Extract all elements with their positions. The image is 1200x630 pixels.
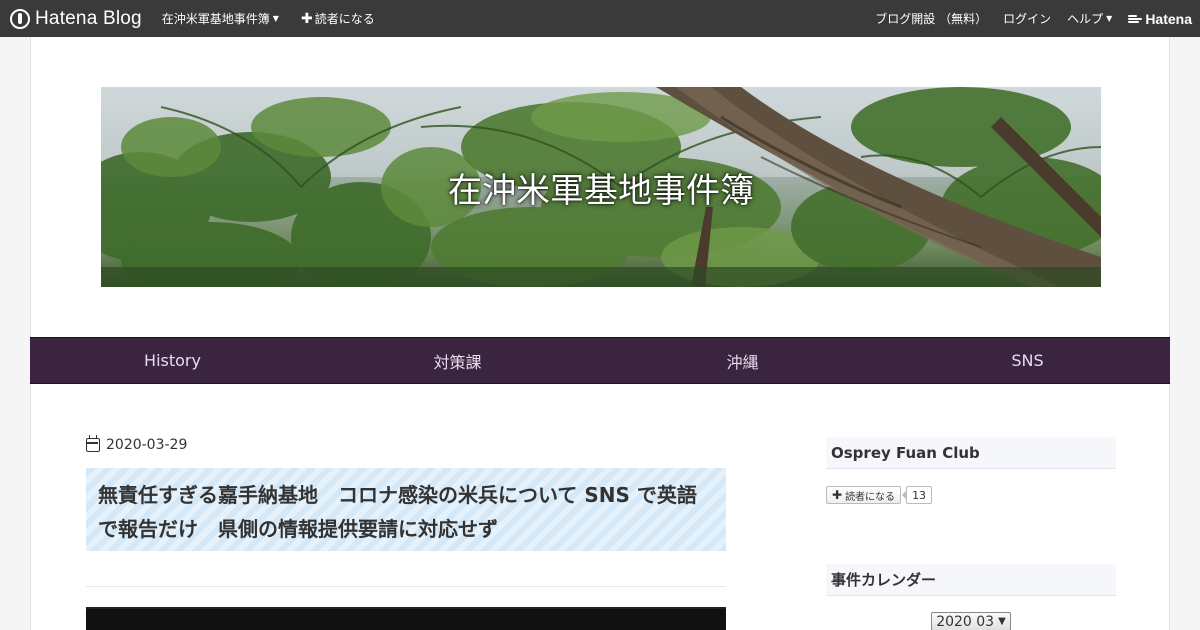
topbar-right-menu: ブログ開設 （無料） ログイン ヘルプ ▼ Hatena bbox=[859, 0, 1192, 37]
entry-title[interactable]: 無責任すぎる嘉手納基地 コロナ感染の米兵について SNS で英語で報告だけ 県側… bbox=[86, 468, 726, 551]
blog-container: 在沖米軍基地事件簿 History 対策課 沖縄 SNS 2020-03-29 … bbox=[30, 37, 1170, 630]
hatena-logo-text: Hatena bbox=[1145, 10, 1192, 27]
calendar-module: 事件カレンダー 2020 03 ▼ bbox=[826, 564, 1116, 630]
calendar-month-select[interactable]: 2020 03 ▼ bbox=[931, 612, 1011, 630]
hatena-logo-icon bbox=[1128, 14, 1143, 24]
login-link[interactable]: ログイン bbox=[1003, 10, 1051, 27]
hatena-blog-logo-icon bbox=[10, 8, 30, 29]
dropdown-arrow-icon: ▼ bbox=[998, 616, 1006, 627]
plus-icon: ✚ bbox=[832, 488, 843, 502]
entry-article: 2020-03-29 無責任すぎる嘉手納基地 コロナ感染の米兵について SNS … bbox=[86, 435, 726, 630]
help-dropdown[interactable]: ヘルプ ▼ bbox=[1067, 10, 1112, 27]
subscriber-count[interactable]: 13 bbox=[902, 486, 933, 504]
nav-item-history[interactable]: History bbox=[30, 338, 315, 383]
caret-down-icon: ▼ bbox=[272, 14, 279, 23]
nav-item-okinawa[interactable]: 沖縄 bbox=[600, 338, 885, 383]
help-label: ヘルプ bbox=[1067, 12, 1104, 26]
hatena-global-header: Hatena Blog 在沖米軍基地事件簿 ▼ ✚ 読者になる ブログ開設 （無… bbox=[0, 0, 1200, 37]
header-image[interactable]: 在沖米軍基地事件簿 bbox=[101, 87, 1101, 287]
hatena-blog-logo[interactable]: Hatena Blog bbox=[10, 0, 142, 37]
subscribe-widget: ✚ 読者になる 13 bbox=[826, 486, 1116, 504]
hatena-logo[interactable]: Hatena bbox=[1128, 11, 1192, 27]
blog-menu-dropdown[interactable]: 在沖米軍基地事件簿 ▼ bbox=[162, 10, 279, 27]
sidebar-subscribe-button[interactable]: ✚ 読者になる bbox=[826, 486, 902, 504]
entry-date[interactable]: 2020-03-29 bbox=[86, 435, 726, 453]
open-blog-link[interactable]: ブログ開設 （無料） bbox=[875, 10, 987, 27]
calendar-month-value: 2020 03 bbox=[936, 613, 995, 630]
sidebar: Osprey Fuan Club ✚ 読者になる 13 事件カレンダー 2020… bbox=[826, 437, 1116, 630]
calendar-select-wrap: 2020 03 ▼ bbox=[826, 612, 1116, 630]
hatena-blog-logo-text: Hatena Blog bbox=[35, 7, 142, 29]
blog-menu-label: 在沖米軍基地事件簿 bbox=[161, 12, 270, 26]
global-navigation: History 対策課 沖縄 SNS bbox=[30, 337, 1170, 384]
subscribe-label: 読者になる bbox=[314, 12, 375, 26]
sidebar-subscribe-label: 読者になる bbox=[845, 491, 896, 503]
profile-module-title[interactable]: Osprey Fuan Club bbox=[826, 437, 1116, 469]
subscribe-button[interactable]: ✚ 読者になる bbox=[301, 10, 375, 27]
nav-item-sns[interactable]: SNS bbox=[885, 338, 1170, 383]
blog-title[interactable]: 在沖米軍基地事件簿 bbox=[101, 87, 1101, 287]
entry-image bbox=[86, 607, 726, 630]
caret-down-icon: ▼ bbox=[1106, 14, 1113, 23]
nav-item-countermeasures[interactable]: 対策課 bbox=[315, 338, 600, 383]
plus-icon: ✚ bbox=[300, 10, 313, 27]
calendar-module-title: 事件カレンダー bbox=[826, 564, 1116, 596]
entry-date-text: 2020-03-29 bbox=[106, 437, 188, 453]
calendar-icon bbox=[86, 435, 100, 452]
entry-divider bbox=[86, 586, 726, 587]
